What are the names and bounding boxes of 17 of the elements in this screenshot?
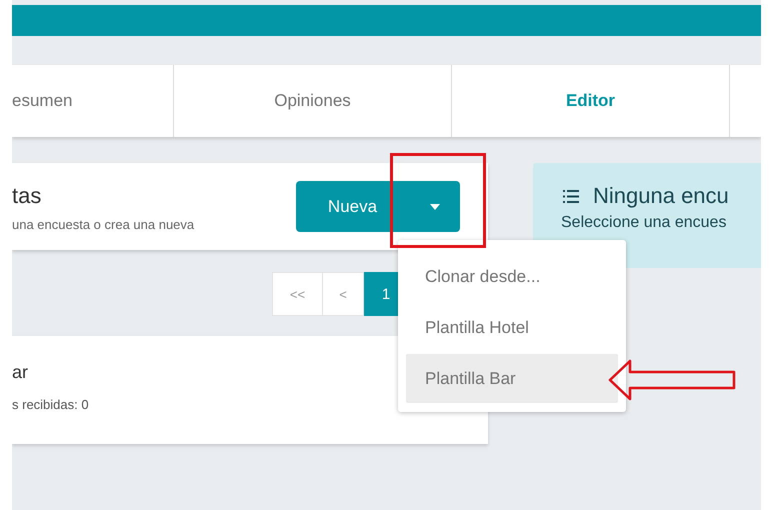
list-icon <box>563 190 579 202</box>
tab[interactable]: Opiniones <box>174 65 452 137</box>
dropdown-toggle-button[interactable] <box>409 181 460 232</box>
info-text: Seleccione una encues <box>561 214 726 232</box>
survey-title: ar <box>12 362 28 383</box>
tab[interactable]: esumen <box>12 65 174 137</box>
menu-item[interactable]: Plantilla Bar <box>406 354 618 403</box>
new-button[interactable]: Nueva <box>296 181 409 232</box>
menu-item[interactable]: Clonar desde... <box>406 252 618 301</box>
section-subtitle: una encuesta o crea una nueva <box>12 217 194 232</box>
page-button[interactable]: << <box>272 272 323 316</box>
info-title: Ninguna encu <box>593 183 729 209</box>
caret-icon <box>430 204 440 210</box>
tab[interactable]: Editor <box>452 65 730 137</box>
page-button[interactable]: < <box>323 272 364 316</box>
survey-stats: s recibidas: 0 <box>12 397 89 412</box>
section-title: tas <box>12 183 42 209</box>
